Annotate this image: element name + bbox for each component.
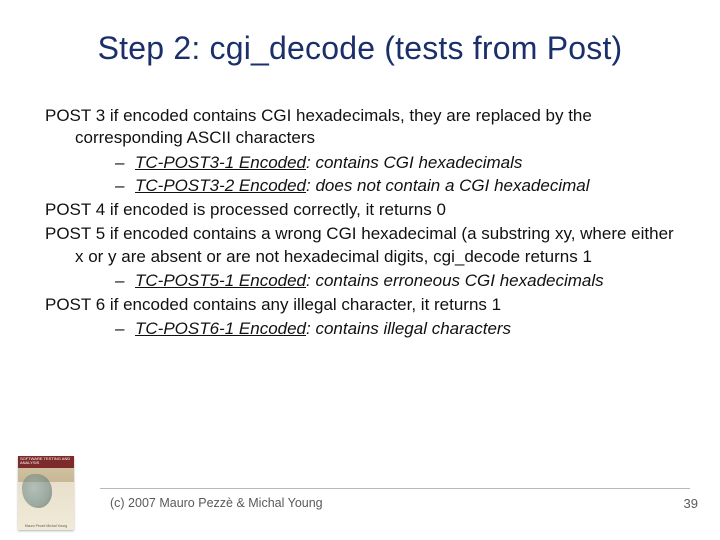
post3-sub2: TC-POST3-2 Encoded: does not contain a C… xyxy=(45,175,675,197)
footer-divider xyxy=(100,488,690,489)
slide-title: Step 2: cgi_decode (tests from Post) xyxy=(0,30,720,67)
tc-desc: : does not contain a CGI hexadecimal xyxy=(306,176,590,195)
thumb-caption: Mauro Pezzè Michal Young xyxy=(18,525,74,529)
slide-footer: (c) 2007 Mauro Pezzè & Michal Young 39 xyxy=(0,488,720,518)
thumb-image xyxy=(22,474,52,508)
tc-desc: : contains illegal characters xyxy=(306,319,511,338)
post3-text: POST 3 if encoded contains CGI hexadecim… xyxy=(45,105,675,150)
tc-desc: : contains erroneous CGI hexadecimals xyxy=(306,271,604,290)
tc-label: TC-POST3-2 Encoded xyxy=(135,176,306,195)
slide-body: POST 3 if encoded contains CGI hexadecim… xyxy=(45,105,675,341)
post6-text: POST 6 if encoded contains any illegal c… xyxy=(45,294,675,316)
thumb-title-band: SOFTWARE TESTING AND ANALYSIS xyxy=(18,456,74,468)
book-cover-thumbnail: SOFTWARE TESTING AND ANALYSIS Mauro Pezz… xyxy=(18,456,74,530)
post5-sub1: TC-POST5-1 Encoded: contains erroneous C… xyxy=(45,270,675,292)
slide: Step 2: cgi_decode (tests from Post) POS… xyxy=(0,0,720,540)
copyright-text: (c) 2007 Mauro Pezzè & Michal Young xyxy=(110,496,323,510)
post6-sub1: TC-POST6-1 Encoded: contains illegal cha… xyxy=(45,318,675,340)
post5-text: POST 5 if encoded contains a wrong CGI h… xyxy=(45,223,675,268)
tc-desc: : contains CGI hexadecimals xyxy=(306,153,522,172)
tc-label: TC-POST5-1 Encoded xyxy=(135,271,306,290)
tc-label: TC-POST6-1 Encoded xyxy=(135,319,306,338)
page-number: 39 xyxy=(684,496,698,511)
post3-sub1: TC-POST3-1 Encoded: contains CGI hexadec… xyxy=(45,152,675,174)
tc-label: TC-POST3-1 Encoded xyxy=(135,153,306,172)
post4-text: POST 4 if encoded is processed correctly… xyxy=(45,199,675,221)
